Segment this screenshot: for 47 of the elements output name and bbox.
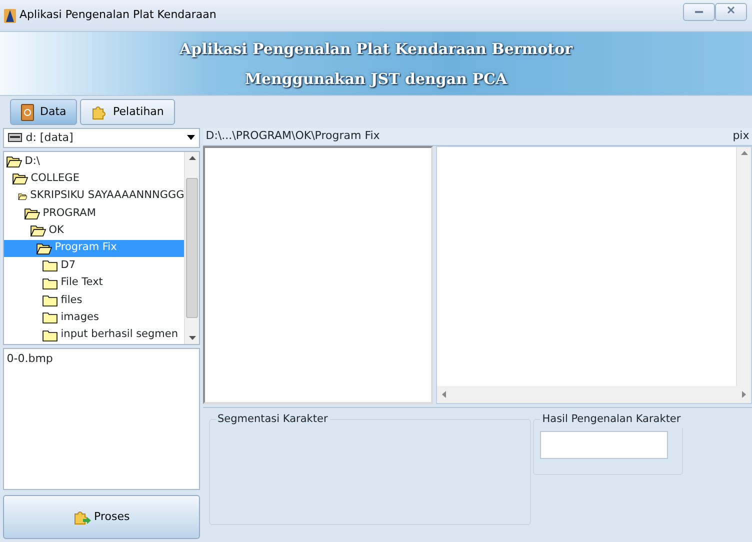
puzzle-icon xyxy=(91,104,108,120)
header-subtitle: Menggunakan JST dengan PCA xyxy=(244,68,508,90)
dropdown-arrow-icon xyxy=(187,135,196,140)
open-folder-icon xyxy=(30,224,46,238)
tree-item[interactable]: PROGRAM xyxy=(4,204,184,222)
right-arrow-icon xyxy=(742,391,747,398)
file-item[interactable]: 0-0.bmp xyxy=(6,351,196,368)
open-folder-icon xyxy=(36,242,52,255)
tree-item[interactable]: File Text xyxy=(4,274,184,292)
window-title: Aplikasi Pengenalan Plat Kendaraan xyxy=(20,7,218,24)
path-label: pix xyxy=(732,128,750,144)
close-button[interactable] xyxy=(714,2,746,21)
folder-icon xyxy=(42,294,58,308)
folder-icon xyxy=(42,276,58,290)
tree-item[interactable]: COLLEGE xyxy=(4,170,184,188)
group-label: Segmentasi Karakter xyxy=(216,412,330,428)
scrollbar[interactable] xyxy=(736,147,751,386)
folder-icon xyxy=(42,328,58,342)
tab[interactable]: Data xyxy=(10,99,78,125)
open-folder-icon xyxy=(24,207,40,220)
tree-item[interactable]: D:\ xyxy=(4,152,184,170)
folder-icon xyxy=(42,311,58,324)
header-title: Aplikasi Pengenalan Plat Kendaraan Bermotor xyxy=(179,38,573,60)
tree-item[interactable]: D7 xyxy=(4,257,184,274)
tree-item[interactable]: SKRIPSIKU SAYAAAANNNGGG xyxy=(4,188,184,205)
left-arrow-icon xyxy=(440,391,446,398)
path-label: D:\...\PROGRAM\OK\Program Fix xyxy=(206,128,380,144)
tree-item[interactable]: images xyxy=(4,309,184,327)
puzzle-icon xyxy=(73,509,92,526)
scrollbar[interactable] xyxy=(184,152,200,344)
open-folder-icon xyxy=(6,154,22,168)
drive-dropdown[interactable]: d: [data] xyxy=(2,128,200,148)
group-label: Hasil Pengenalan Karakter xyxy=(540,412,683,428)
scrollbar[interactable] xyxy=(436,386,751,403)
tree-item[interactable]: input berhasil segmen xyxy=(4,326,184,344)
tree-item[interactable]: files xyxy=(4,292,184,310)
result-field[interactable] xyxy=(540,430,668,459)
close-icon xyxy=(726,6,734,14)
drive-icon xyxy=(8,133,22,142)
up-arrow-icon xyxy=(740,149,748,157)
tab[interactable]: Pelatihan xyxy=(80,99,175,125)
book-icon xyxy=(21,104,34,120)
tree-item[interactable]: OK xyxy=(4,222,184,240)
process-button[interactable]: Proses xyxy=(2,495,200,540)
open-folder-icon xyxy=(12,172,28,186)
minimize-button[interactable] xyxy=(682,2,714,21)
app-icon xyxy=(2,8,17,24)
